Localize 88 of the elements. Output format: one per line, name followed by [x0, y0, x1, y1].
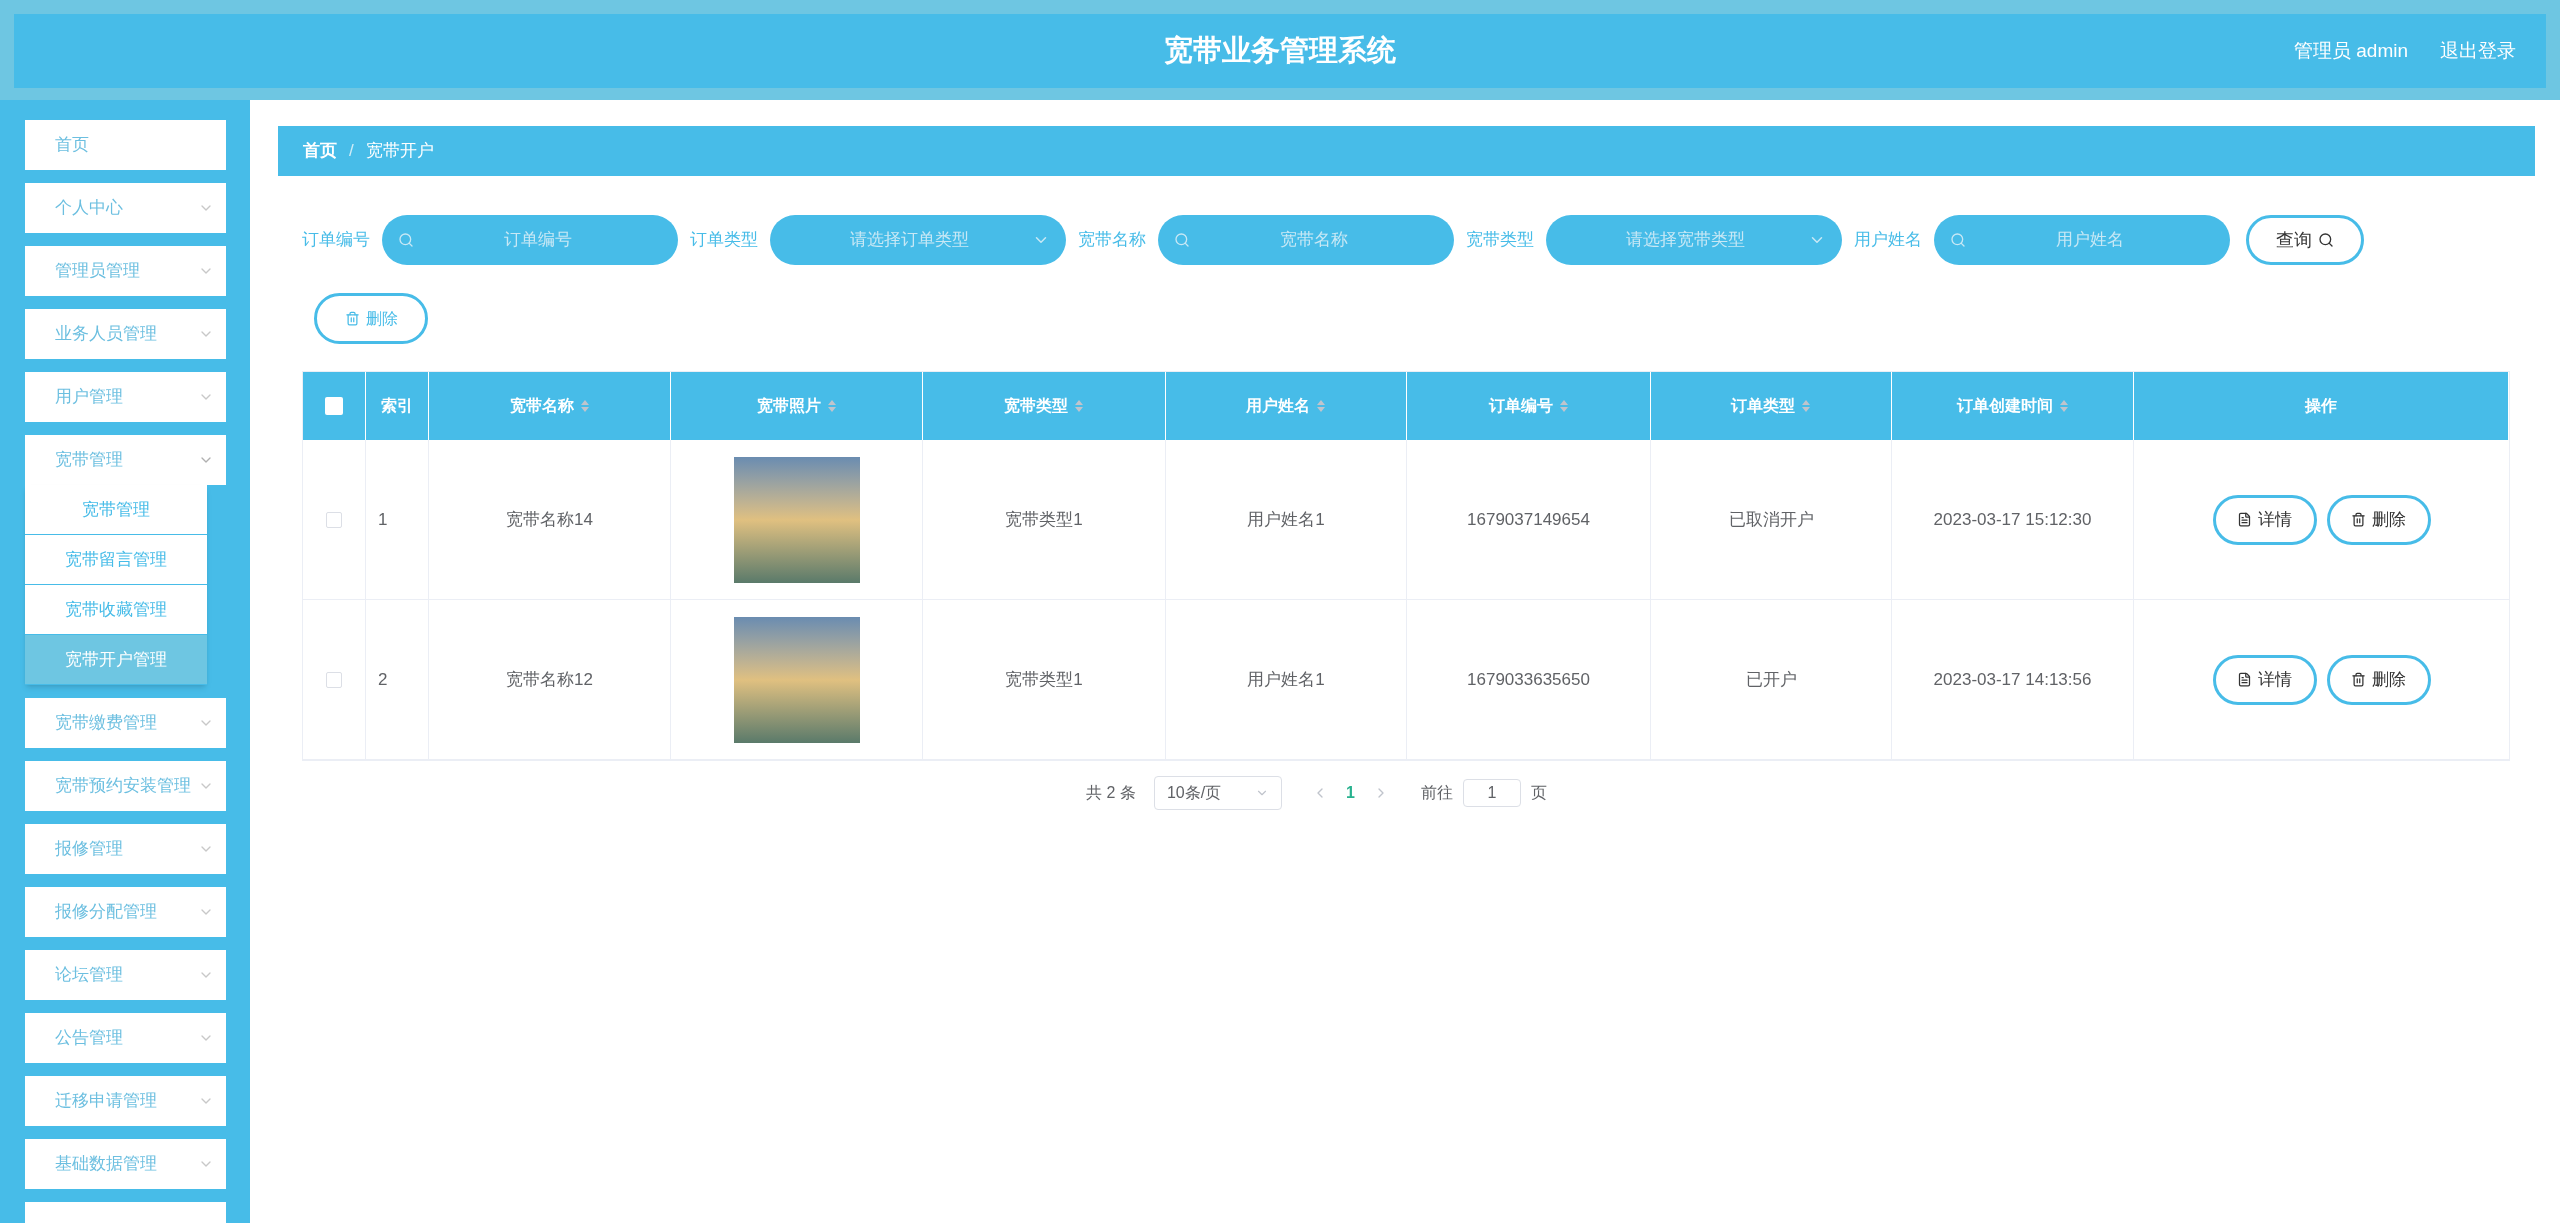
sidebar-item[interactable]: 用户管理	[25, 372, 226, 422]
delete-button[interactable]: 删除	[2326, 654, 2431, 705]
checkbox[interactable]	[325, 397, 343, 415]
table-cell-text: 2023-03-17 15:12:30	[1933, 508, 2092, 531]
submenu-item[interactable]: 宽带管理	[25, 485, 207, 535]
input-field[interactable]: 订单编号	[382, 215, 678, 265]
trash-icon	[2351, 672, 2366, 687]
app-title: 宽带业务管理系统	[1164, 33, 1396, 69]
filter-label: 订单类型	[690, 229, 758, 252]
column-header[interactable]: 宽带名称	[429, 372, 671, 440]
filter-label: 用户姓名	[1854, 229, 1922, 252]
breadcrumb-item[interactable]: 首页	[303, 138, 337, 164]
sidebar-item[interactable]: 基础数据管理	[25, 1139, 226, 1189]
input-field[interactable]: 宽带名称	[1158, 215, 1454, 265]
column-header[interactable]: 订单编号	[1407, 372, 1651, 440]
document-icon	[2237, 672, 2252, 687]
search-icon	[398, 232, 414, 248]
delete-button[interactable]: 删除	[2326, 494, 2431, 545]
user-label: 管理员 admin	[2293, 38, 2408, 63]
search-icon	[2318, 232, 2334, 248]
filter-label: 宽带类型	[1466, 229, 1534, 252]
filter-label: 宽带名称	[1078, 229, 1146, 252]
trash-icon	[344, 311, 360, 326]
sidebar-item[interactable]: 管理员管理	[25, 246, 226, 296]
sort-icon[interactable]	[826, 399, 837, 413]
sort-icon[interactable]	[579, 399, 590, 413]
sort-icon[interactable]	[2058, 399, 2069, 413]
table-cell-text: 2	[378, 668, 388, 691]
table-cell-text: 1679037149654	[1467, 508, 1590, 531]
logout-link[interactable]: 退出登录	[2440, 36, 2516, 66]
column-header[interactable]: 操作	[2134, 372, 2509, 440]
breadcrumb-separator: /	[349, 140, 354, 163]
search-icon	[1950, 232, 1966, 248]
page-size-select[interactable]: 10条/页	[1153, 776, 1282, 810]
submenu-item[interactable]: 宽带开户管理	[25, 635, 207, 685]
table-cell-text: 宽带类型1	[1005, 668, 1083, 691]
sidebar-item[interactable]: 业务人员管理	[25, 309, 226, 359]
delete-button[interactable]: 删除	[314, 293, 428, 344]
total-count: 共 2 条	[1086, 783, 1136, 803]
table-cell-text: 已开户	[1745, 668, 1797, 691]
column-header[interactable]: 订单创建时间	[1892, 372, 2134, 440]
sidebar-item[interactable]: 论坛管理	[25, 950, 226, 1000]
sidebar-item[interactable]: 首页	[25, 120, 226, 170]
table-cell-text: 1679033635650	[1467, 668, 1590, 691]
checkbox[interactable]	[326, 671, 342, 688]
search-button[interactable]: 查询	[2246, 215, 2364, 265]
page-suffix: 页	[1530, 783, 1547, 803]
sidebar-item[interactable]: 公告管理	[25, 1013, 226, 1063]
submenu-item[interactable]: 宽带收藏管理	[25, 585, 207, 635]
goto-label: 前往	[1420, 783, 1453, 803]
details-button[interactable]: 详情	[2212, 494, 2317, 545]
sidebar-item[interactable]: 宽带管理	[25, 435, 226, 485]
details-button[interactable]: 详情	[2212, 654, 2317, 705]
sort-icon[interactable]	[1558, 399, 1569, 413]
sidebar-item[interactable]: 宽带预约安装管理	[25, 761, 226, 811]
sidebar-item[interactable]: 宽带缴费管理	[25, 698, 226, 748]
sidebar-item[interactable]: 迁移申请管理	[25, 1076, 226, 1126]
filter-label: 订单编号	[302, 229, 370, 252]
table-cell-text: 用户姓名1	[1247, 668, 1325, 691]
sort-icon[interactable]	[1316, 399, 1326, 413]
column-header[interactable]: 用户姓名	[1166, 372, 1407, 440]
table-cell-text: 宽带名称14	[506, 508, 593, 531]
submenu-item[interactable]: 宽带留言管理	[25, 535, 207, 585]
table-cell-text: 宽带类型1	[1005, 508, 1083, 531]
sidebar-item[interactable]: 个人中心	[25, 183, 226, 233]
checkbox[interactable]	[326, 511, 342, 528]
table-cell-text: 已取消开户	[1728, 508, 1814, 531]
search-icon	[1174, 232, 1190, 248]
table-cell-text: 2023-03-17 14:13:56	[1933, 668, 2092, 691]
page-number[interactable]: 1	[1345, 781, 1355, 805]
table-cell-text: 用户姓名1	[1247, 508, 1325, 531]
sort-icon[interactable]	[1801, 399, 1811, 413]
breadcrumb-item[interactable]: 宽带开户	[365, 138, 434, 164]
sidebar-item[interactable]: 报修分配管理	[25, 887, 226, 937]
table-cell-text: 宽带名称12	[506, 668, 593, 691]
select-field[interactable]: 请选择宽带类型	[1546, 215, 1842, 265]
column-header[interactable]: 宽带类型	[923, 372, 1166, 440]
sidebar-item[interactable]: 报修管理	[25, 824, 226, 874]
column-header[interactable]: 宽带照片	[671, 372, 923, 440]
column-header[interactable]: 索引	[366, 372, 429, 440]
document-icon	[2237, 512, 2252, 527]
input-field[interactable]: 用户姓名	[1934, 215, 2230, 265]
trash-icon	[2351, 512, 2366, 527]
page-input[interactable]: 1	[1462, 779, 1521, 807]
column-header[interactable]: 订单类型	[1651, 372, 1892, 440]
sort-icon[interactable]	[1074, 399, 1084, 413]
select-field[interactable]: 请选择订单类型	[770, 215, 1066, 265]
table-cell-text: 1	[378, 508, 388, 531]
